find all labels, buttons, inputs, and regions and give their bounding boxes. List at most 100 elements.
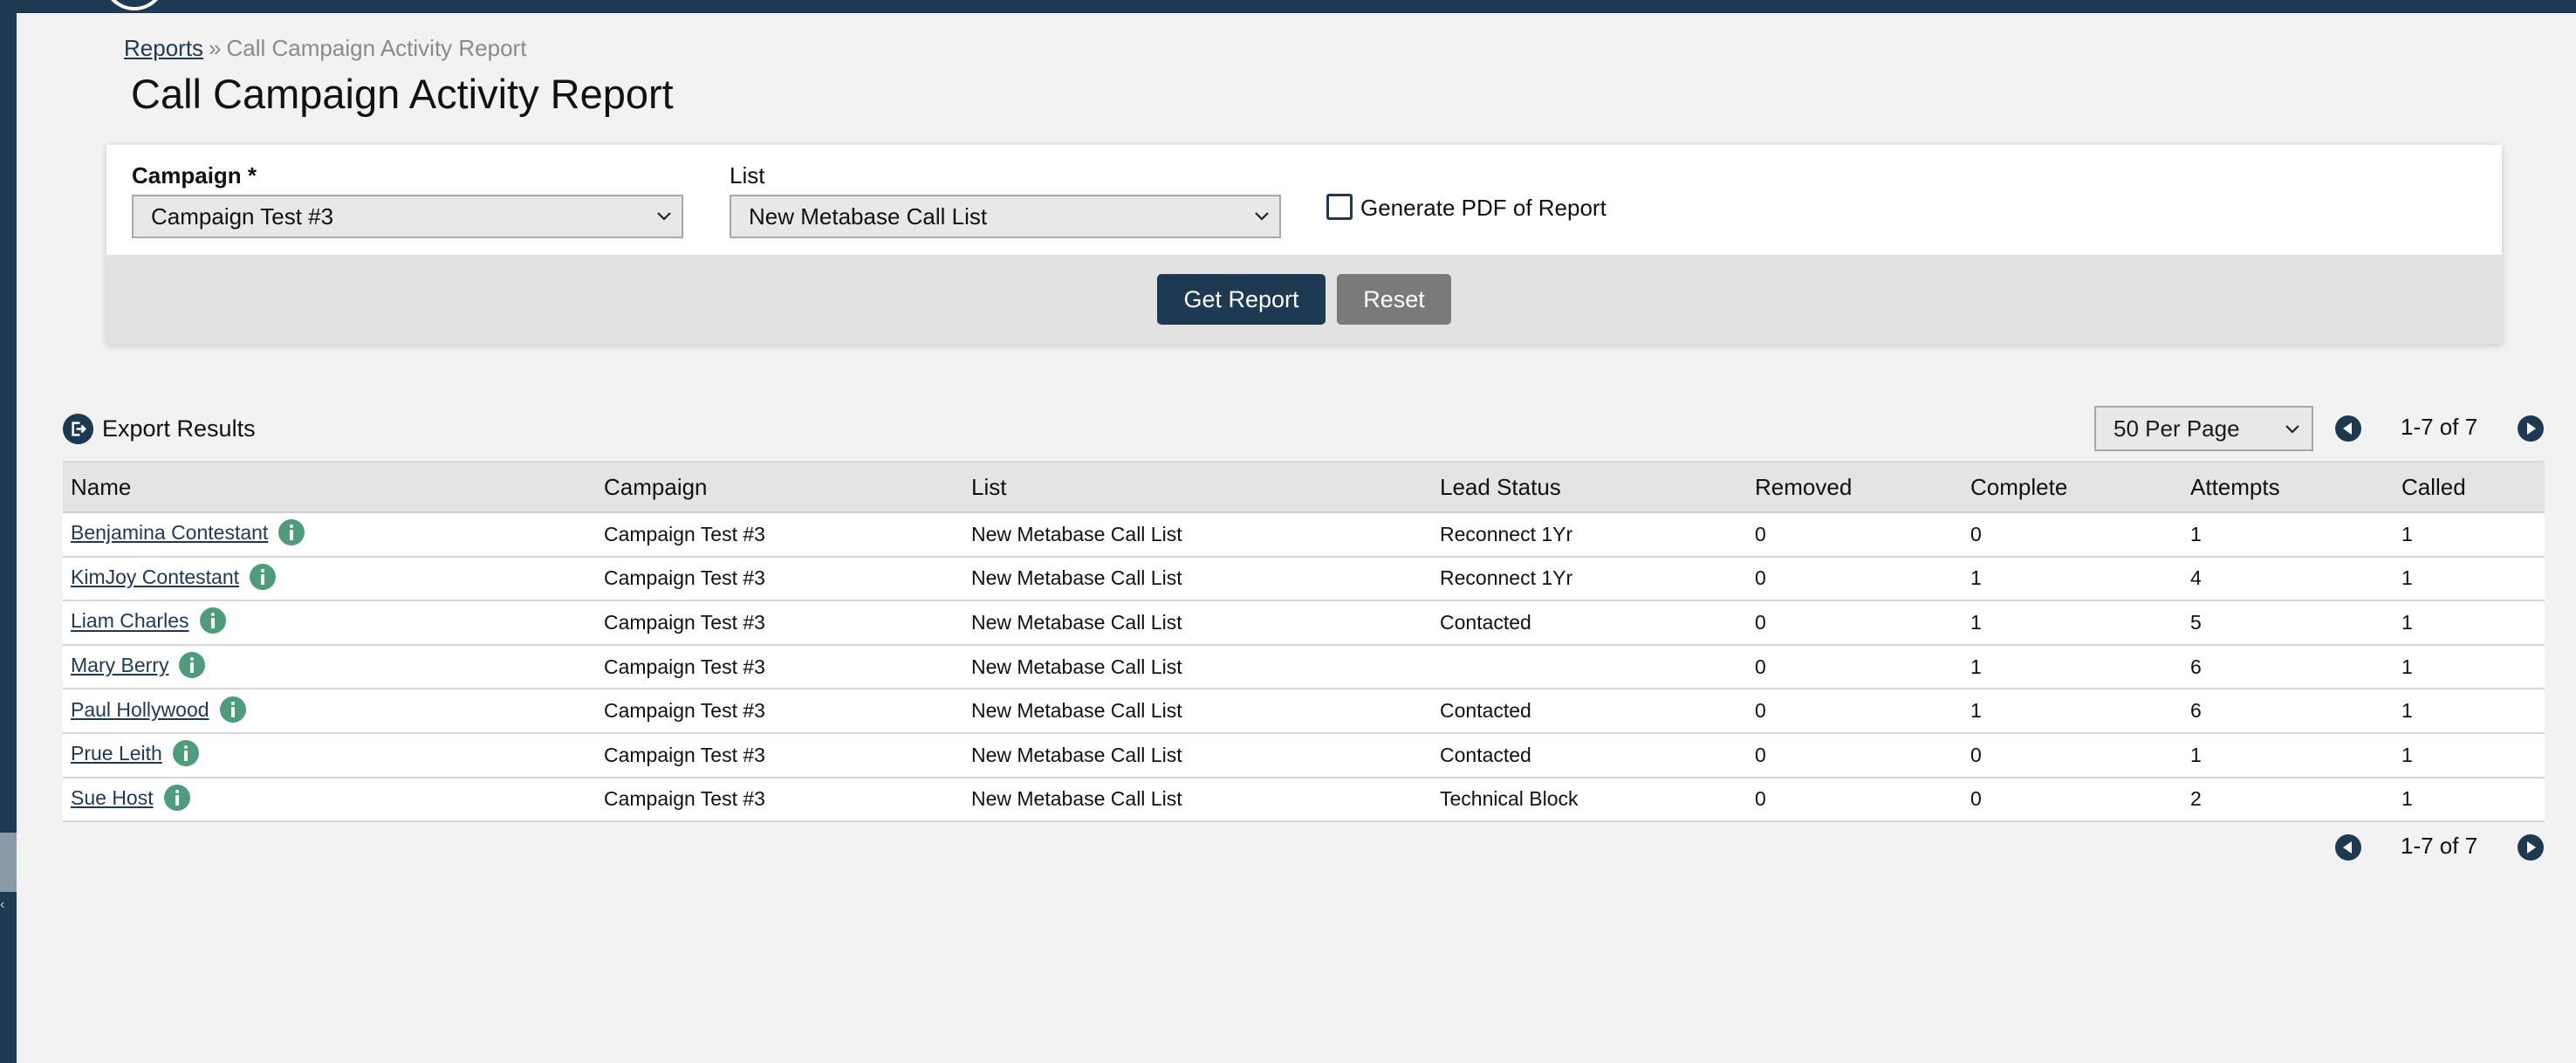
cell-list: New Metabase Call List: [963, 644, 1432, 690]
contact-link[interactable]: Liam Charles: [71, 610, 189, 633]
table-row: Paul Hollywood Campaign Test #3 New Meta…: [63, 689, 2545, 734]
info-icon[interactable]: [278, 519, 305, 546]
contact-link[interactable]: Paul Hollywood: [71, 698, 209, 721]
cell-name: Prue Leith: [63, 732, 596, 778]
campaign-select-value: Campaign Test #3: [151, 203, 334, 230]
cell-called: 1: [2394, 689, 2545, 734]
prev-page-icon[interactable]: [2335, 834, 2361, 861]
cell-removed: 0: [1747, 732, 1963, 778]
cell-attempts: 6: [2182, 644, 2394, 690]
contact-link[interactable]: Benjamina Contestant: [71, 521, 268, 544]
cell-removed: 0: [1747, 512, 1963, 558]
info-icon[interactable]: [163, 784, 190, 811]
contact-link[interactable]: Sue Host: [71, 786, 154, 809]
generate-pdf-label[interactable]: Generate PDF of Report: [1360, 195, 1607, 222]
per-page-select[interactable]: 50 Per Page: [2094, 406, 2313, 451]
next-page-icon[interactable]: [2518, 834, 2544, 861]
column-header-campaign[interactable]: Campaign: [596, 461, 963, 513]
cell-attempts: 2: [2182, 777, 2394, 823]
cell-removed: 0: [1747, 777, 1963, 823]
column-header-name[interactable]: Name: [63, 461, 596, 513]
left-sidebar: ‹: [0, 0, 17, 1063]
cell-complete: 1: [1963, 689, 2182, 734]
column-header-lead-status[interactable]: Lead Status: [1432, 461, 1747, 513]
results-table: Name Campaign List Lead Status Removed C…: [63, 461, 2545, 823]
cell-name: Sue Host: [63, 777, 596, 823]
cell-name: KimJoy Contestant: [63, 556, 596, 602]
per-page-value: 50 Per Page: [2114, 415, 2240, 442]
cell-lead-status: [1432, 644, 1747, 690]
reset-button[interactable]: Reset: [1337, 274, 1451, 325]
list-label: List: [730, 162, 765, 189]
list-select[interactable]: New Metabase Call List: [730, 195, 1281, 238]
column-header-attempts[interactable]: Attempts: [2182, 461, 2394, 513]
table-row: Sue Host Campaign Test #3 New Metabase C…: [63, 777, 2545, 823]
contact-link[interactable]: KimJoy Contestant: [71, 566, 239, 588]
filter-actions: Get Report Reset: [106, 255, 2502, 344]
cell-attempts: 4: [2182, 556, 2394, 602]
export-circle-icon: [63, 414, 93, 444]
table-row: Benjamina Contestant Campaign Test #3 Ne…: [63, 512, 2545, 558]
cell-list: New Metabase Call List: [963, 777, 1432, 823]
pagination-range-top: 1-7 of 7: [2401, 414, 2478, 440]
table-row: Mary Berry Campaign Test #3 New Metabase…: [63, 644, 2545, 690]
cell-lead-status: Contacted: [1432, 600, 1747, 646]
column-header-complete[interactable]: Complete: [1963, 461, 2182, 513]
cell-complete: 0: [1963, 732, 2182, 778]
cell-campaign: Campaign Test #3: [596, 512, 963, 558]
breadcrumb-current: Call Campaign Activity Report: [226, 35, 527, 61]
cell-name: Benjamina Contestant: [63, 512, 596, 558]
campaign-select[interactable]: Campaign Test #3: [132, 195, 683, 238]
table-header-row: Name Campaign List Lead Status Removed C…: [63, 461, 2545, 513]
table-row: Liam Charles Campaign Test #3 New Metaba…: [63, 600, 2545, 646]
cell-name: Liam Charles: [63, 600, 596, 646]
info-icon[interactable]: [250, 563, 277, 590]
cell-called: 1: [2394, 732, 2545, 778]
cell-name: Mary Berry: [63, 644, 596, 690]
cell-complete: 1: [1963, 556, 2182, 602]
info-icon[interactable]: [172, 740, 199, 767]
sidebar-collapse-icon[interactable]: ‹: [0, 895, 9, 915]
contact-link[interactable]: Prue Leith: [71, 742, 162, 765]
cell-campaign: Campaign Test #3: [596, 600, 963, 646]
cell-called: 1: [2394, 512, 2545, 558]
cell-complete: 1: [1963, 644, 2182, 690]
generate-pdf-checkbox[interactable]: [1326, 194, 1353, 220]
cell-campaign: Campaign Test #3: [596, 732, 963, 778]
cell-called: 1: [2394, 600, 2545, 646]
prev-page-icon[interactable]: [2335, 415, 2361, 442]
logo[interactable]: [103, 0, 166, 10]
list-select-value: New Metabase Call List: [749, 203, 988, 230]
column-header-called[interactable]: Called: [2394, 461, 2545, 513]
info-icon[interactable]: [199, 607, 226, 634]
cell-lead-status: Reconnect 1Yr: [1432, 556, 1747, 602]
breadcrumb: Reports» Call Campaign Activity Report: [124, 35, 526, 62]
next-page-icon[interactable]: [2518, 415, 2544, 442]
column-header-list[interactable]: List: [963, 461, 1432, 513]
breadcrumb-reports-link[interactable]: Reports: [124, 35, 203, 61]
cell-campaign: Campaign Test #3: [596, 556, 963, 602]
cell-attempts: 5: [2182, 600, 2394, 646]
info-icon[interactable]: [219, 696, 246, 723]
info-icon[interactable]: [179, 652, 206, 679]
cell-removed: 0: [1747, 556, 1963, 602]
export-results-label: Export Results: [102, 415, 256, 442]
table-row: KimJoy Contestant Campaign Test #3 New M…: [63, 556, 2545, 602]
cell-complete: 0: [1963, 512, 2182, 558]
cell-list: New Metabase Call List: [963, 689, 1432, 734]
cell-removed: 0: [1747, 600, 1963, 646]
cell-lead-status: Contacted: [1432, 732, 1747, 778]
cell-name: Paul Hollywood: [63, 689, 596, 734]
cell-complete: 0: [1963, 777, 2182, 823]
sidebar-handle[interactable]: [0, 833, 17, 892]
cell-list: New Metabase Call List: [963, 732, 1432, 778]
chevron-down-icon: [2285, 425, 2299, 434]
chevron-down-icon: [657, 212, 671, 221]
cell-lead-status: Technical Block: [1432, 777, 1747, 823]
cell-list: New Metabase Call List: [963, 512, 1432, 558]
column-header-removed[interactable]: Removed: [1747, 461, 1963, 513]
contact-link[interactable]: Mary Berry: [71, 654, 168, 676]
get-report-button[interactable]: Get Report: [1157, 274, 1326, 325]
cell-lead-status: Reconnect 1Yr: [1432, 512, 1747, 558]
top-nav-bar: [0, 0, 2576, 13]
